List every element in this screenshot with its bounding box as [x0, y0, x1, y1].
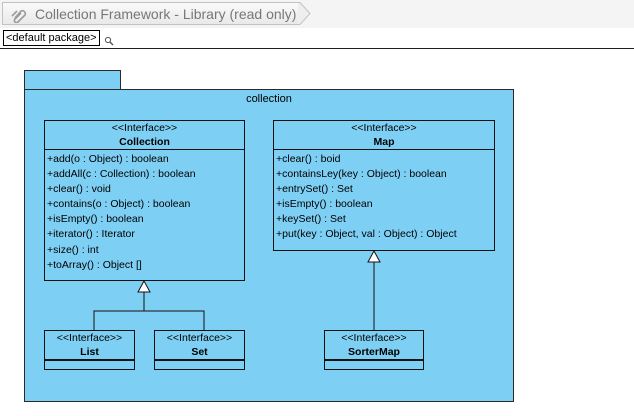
class-header: <<Interface>> List [45, 331, 134, 360]
stereotype: <<Interface>> [341, 332, 407, 344]
operations-compartment [45, 360, 134, 368]
operation[interactable]: +size() : int [47, 243, 244, 258]
class-list[interactable]: <<Interface>> List [44, 330, 135, 370]
class-header: <<Interface>> Map [274, 121, 494, 150]
operations-compartment [325, 360, 423, 368]
stereotype: <<Interface>> [351, 122, 417, 134]
class-name: Map [373, 136, 395, 148]
class-set[interactable]: <<Interface>> Set [154, 330, 245, 370]
class-name: List [80, 346, 99, 358]
class-map[interactable]: <<Interface>> Map +clear() : boid +conta… [273, 120, 495, 251]
magnifier-icon[interactable] [104, 36, 114, 49]
class-name: Set [191, 346, 208, 358]
class-name: SorterMap [348, 346, 400, 358]
paperclip-icon [11, 7, 29, 26]
stereotype: <<Interface>> [56, 332, 123, 344]
operation[interactable]: +add(o : Object) : boolean [47, 152, 244, 167]
operations-compartment: +clear() : boid +containsLey(key : Objec… [274, 150, 494, 243]
operation[interactable]: +isEmpty() : boolean [276, 197, 494, 212]
generalization-arrow [367, 249, 381, 263]
operation[interactable]: +addAll(c : Collection) : boolean [47, 167, 244, 182]
operation[interactable]: +iterator() : Iterator [47, 227, 244, 242]
title-bar: Collection Framework - Library (read onl… [0, 0, 634, 28]
class-header: <<Interface>> Collection [45, 121, 244, 150]
operations-compartment [155, 360, 244, 368]
breadcrumb-bar: <default package> [0, 28, 634, 49]
diagram-tab[interactable]: Collection Framework - Library (read onl… [2, 2, 300, 25]
generalization-arrow [137, 279, 151, 293]
class-collection[interactable]: <<Interface>> Collection +add(o : Object… [44, 120, 245, 281]
operations-compartment: +add(o : Object) : boolean +addAll(c : C… [45, 150, 244, 273]
class-sortermap[interactable]: <<Interface>> SorterMap [324, 330, 424, 370]
operation[interactable]: +contains(o : Object) : boolean [47, 197, 244, 212]
stereotype: <<Interface>> [166, 332, 233, 344]
operation[interactable]: +entrySet() : Set [276, 182, 494, 197]
class-name: Collection [119, 136, 170, 148]
diagram-canvas[interactable]: collection <<Interface>> Collection +add… [0, 49, 634, 416]
operation[interactable]: +clear() : boid [276, 152, 494, 167]
stereotype: <<Interface>> [111, 122, 178, 134]
diagram-title: Collection Framework - Library (read onl… [35, 6, 297, 22]
tab-arrow [298, 2, 311, 25]
operation[interactable]: +isEmpty() : boolean [47, 212, 244, 227]
operation[interactable]: +clear() : void [47, 182, 244, 197]
breadcrumb-package[interactable]: <default package> [3, 30, 100, 46]
operation[interactable]: +containsLey(key : Object) : boolean [276, 167, 494, 182]
operation[interactable]: +put(key : Object, val : Object) : Objec… [276, 227, 494, 242]
class-header: <<Interface>> SorterMap [325, 331, 423, 360]
operation[interactable]: +keySet() : Set [276, 212, 494, 227]
class-header: <<Interface>> Set [155, 331, 244, 360]
operation[interactable]: +toArray() : Object [] [47, 258, 244, 273]
